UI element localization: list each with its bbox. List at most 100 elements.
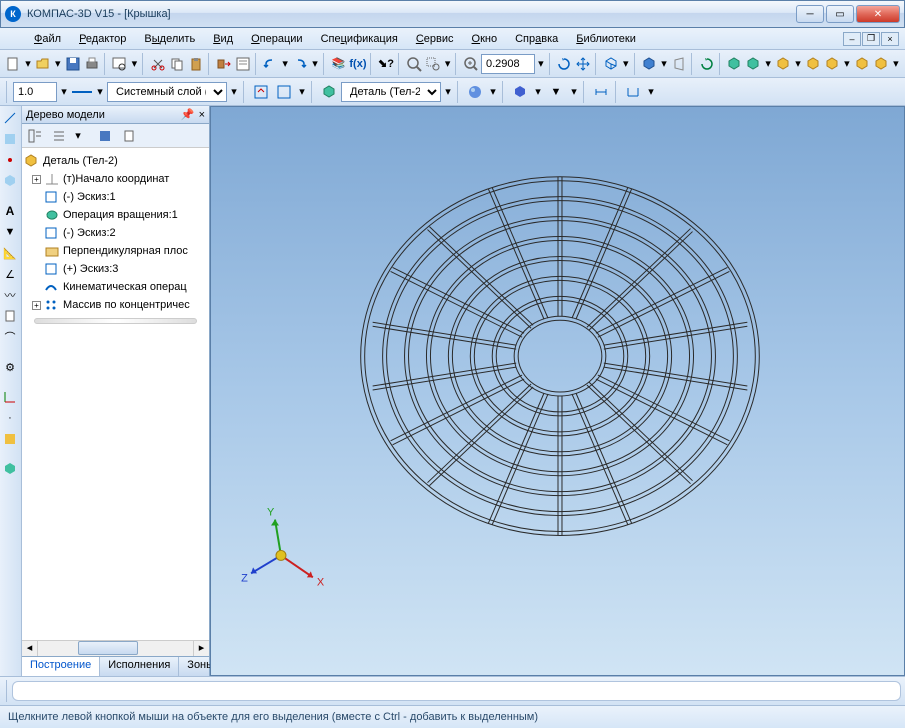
tree-doc-button[interactable]	[118, 125, 140, 147]
tree-save-button[interactable]	[94, 125, 116, 147]
tree-close-icon[interactable]: ×	[199, 109, 205, 121]
tree-mode2-button[interactable]	[48, 125, 70, 147]
cube3-button[interactable]	[774, 53, 792, 75]
menu-help[interactable]: Справка	[507, 31, 566, 47]
color-button[interactable]	[0, 429, 20, 449]
tree-item-sketch3[interactable]: (+) Эскиз:3	[24, 260, 207, 278]
undo-button[interactable]	[261, 53, 279, 75]
report-button[interactable]	[0, 306, 20, 326]
properties-button[interactable]	[234, 53, 252, 75]
sketch-button[interactable]	[250, 81, 272, 103]
cube5-button[interactable]	[823, 53, 841, 75]
app-menu-icon[interactable]	[6, 28, 24, 50]
dim1-button[interactable]	[590, 81, 612, 103]
mdi-minimize[interactable]: –	[843, 32, 861, 46]
tree-item-sketch1[interactable]: (-) Эскиз:1	[24, 188, 207, 206]
menu-file[interactable]: Файл	[26, 31, 69, 47]
coord-button[interactable]	[0, 387, 20, 407]
shade-button[interactable]	[640, 53, 658, 75]
tree-mode1-button[interactable]	[24, 125, 46, 147]
copy-button[interactable]	[168, 53, 186, 75]
face-button[interactable]	[0, 129, 20, 149]
viewport-3d[interactable]: X Y Z	[210, 106, 905, 676]
menu-service[interactable]: Сервис	[408, 31, 462, 47]
part-icon[interactable]	[318, 81, 340, 103]
rotate-button[interactable]	[555, 53, 573, 75]
filter-button[interactable]: ▼	[545, 81, 567, 103]
zoom-window-button[interactable]	[424, 53, 442, 75]
dim2-button[interactable]	[622, 81, 644, 103]
close-button[interactable]: ✕	[856, 5, 900, 23]
ruler-button[interactable]: 📐	[0, 243, 20, 263]
tree-item-plane[interactable]: Перпендикулярная плос	[24, 242, 207, 260]
zoom-in-button[interactable]	[462, 53, 480, 75]
orient-button[interactable]	[602, 53, 620, 75]
sketch2-button[interactable]	[273, 81, 295, 103]
part-select[interactable]: Деталь (Тел-2)	[341, 82, 441, 102]
edge-button[interactable]	[0, 108, 20, 128]
tree-hscroll[interactable]: ◂ ▸	[22, 640, 209, 656]
mdi-restore[interactable]: ❐	[862, 32, 880, 46]
gear-button[interactable]: ⚙	[0, 357, 20, 377]
maximize-button[interactable]: ▭	[826, 5, 854, 23]
cube7-button[interactable]	[872, 53, 890, 75]
menu-select[interactable]: Выделить	[136, 31, 203, 47]
menu-view[interactable]: Вид	[205, 31, 241, 47]
pan-button[interactable]	[574, 53, 592, 75]
property-panel[interactable]	[12, 681, 901, 701]
menu-editor[interactable]: Редактор	[71, 31, 134, 47]
curve-button[interactable]: 〰	[0, 285, 20, 305]
text-button[interactable]: A	[0, 201, 20, 221]
zoom-fit-button[interactable]	[404, 53, 422, 75]
menu-libraries[interactable]: Библиотеки	[568, 31, 644, 47]
copy-props-button[interactable]	[214, 53, 232, 75]
menu-window[interactable]: Окно	[464, 31, 506, 47]
cube-small-button[interactable]	[0, 459, 20, 479]
preview-button[interactable]	[110, 53, 128, 75]
vertex-button[interactable]	[0, 150, 20, 170]
cube6-button[interactable]	[853, 53, 871, 75]
tree-bar[interactable]	[34, 318, 197, 324]
tree-item-revolve[interactable]: Операция вращения:1	[24, 206, 207, 224]
tree-root[interactable]: Деталь (Тел-2)	[24, 152, 207, 170]
help-cursor-button[interactable]: ⬊?	[377, 53, 395, 75]
open-dropdown[interactable]: ▾	[53, 53, 63, 75]
linetype-button[interactable]	[71, 81, 93, 103]
zoom-value-input[interactable]	[481, 54, 535, 74]
tree-item-origin[interactable]: + (т)Начало координат	[24, 170, 207, 188]
mdi-close[interactable]: ×	[881, 32, 899, 46]
curve2-button[interactable]: ⌒	[0, 327, 20, 347]
new-dropdown[interactable]: ▾	[23, 53, 33, 75]
open-button[interactable]	[34, 53, 52, 75]
cube2-button[interactable]	[744, 53, 762, 75]
menu-spec[interactable]: Спецификация	[313, 31, 406, 47]
new-button[interactable]	[4, 53, 22, 75]
render-button[interactable]	[464, 81, 486, 103]
cube4-button[interactable]	[804, 53, 822, 75]
paste-button[interactable]	[187, 53, 205, 75]
tree-item-sketch2[interactable]: (-) Эскиз:2	[24, 224, 207, 242]
tab-build[interactable]: Построение	[22, 657, 100, 676]
save-button[interactable]	[64, 53, 82, 75]
redraw-button[interactable]	[697, 53, 715, 75]
minimize-button[interactable]: ─	[796, 5, 824, 23]
menu-operations[interactable]: Операции	[243, 31, 310, 47]
tab-variants[interactable]: Исполнения	[100, 657, 179, 676]
cube1-button[interactable]	[725, 53, 743, 75]
scale-input[interactable]	[13, 82, 57, 102]
layer-select[interactable]: Системный слой (0)	[107, 82, 227, 102]
color-cube-button[interactable]	[509, 81, 531, 103]
perspective-button[interactable]	[670, 53, 688, 75]
cut-button[interactable]	[149, 53, 167, 75]
print-button[interactable]	[83, 53, 101, 75]
body-button[interactable]	[0, 171, 20, 191]
variables-button[interactable]: f(x)	[348, 53, 367, 75]
pin-icon[interactable]: 📌	[181, 108, 195, 121]
tree-item-kinematic[interactable]: Кинематическая операц	[24, 278, 207, 296]
redo-button[interactable]	[291, 53, 309, 75]
tree-item-array[interactable]: + Массив по концентричес	[24, 296, 207, 314]
library-button[interactable]: 📚	[329, 53, 347, 75]
point-button[interactable]: ·	[0, 408, 20, 428]
filter2-button[interactable]: ▼	[0, 222, 20, 242]
angle-button[interactable]: ∠	[0, 264, 20, 284]
